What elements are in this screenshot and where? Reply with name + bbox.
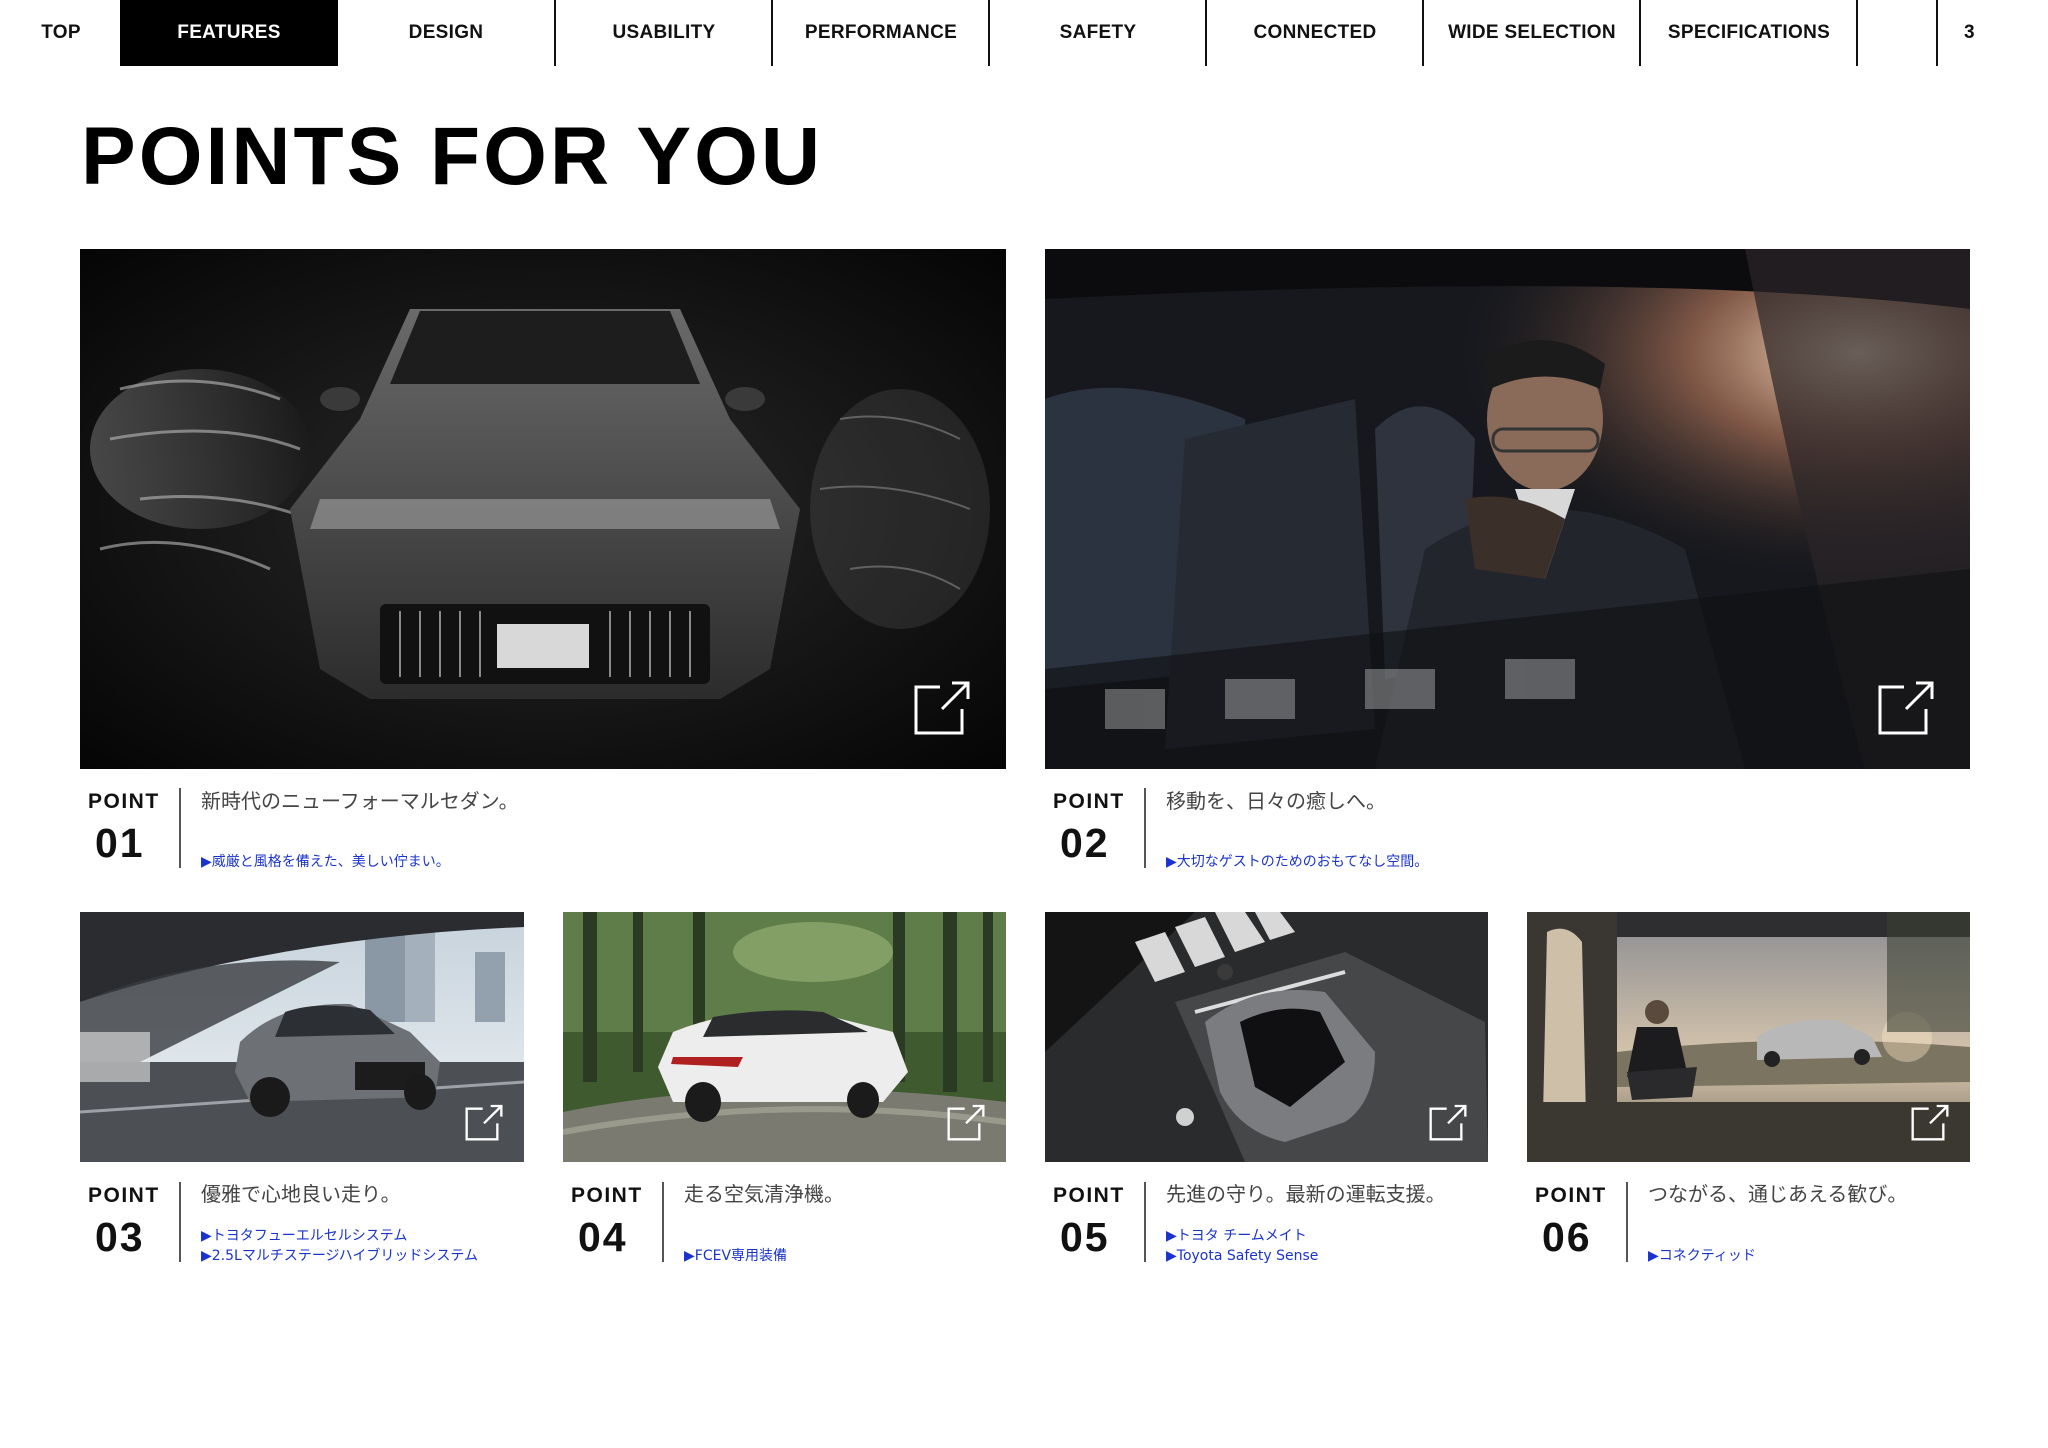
point-06-image[interactable]	[1527, 912, 1970, 1162]
nav-divider	[1856, 0, 1858, 66]
point-01-link-1[interactable]: ▶威厳と風格を備えた、美しい佇まい。	[201, 852, 450, 872]
point-03-label: POINT	[88, 1184, 160, 1207]
point-04-number: 04	[578, 1214, 628, 1260]
page-title: POINTS FOR YOU	[81, 111, 824, 202]
external-link-icon[interactable]	[912, 677, 972, 737]
point-01-label: POINT	[88, 790, 160, 813]
nav-item-top[interactable]: TOP	[20, 0, 102, 66]
external-link-icon[interactable]	[1910, 1102, 1950, 1142]
point-03-link-2[interactable]: ▶2.5Lマルチステージハイブリッドシステム	[201, 1246, 478, 1266]
external-link-icon[interactable]	[1876, 677, 1936, 737]
point-02-number: 02	[1060, 820, 1110, 866]
point-01-number: 01	[95, 820, 145, 866]
external-link-icon[interactable]	[464, 1102, 504, 1142]
point-06-headline: つながる、通じあえる歓び。	[1648, 1182, 1908, 1206]
point-02-link-1[interactable]: ▶大切なゲストのためのおもてなし空間。	[1166, 852, 1428, 872]
point-05-image[interactable]	[1045, 912, 1488, 1162]
point-04-divider	[662, 1182, 664, 1262]
point-01-headline: 新時代のニューフォーマルセダン。	[201, 789, 519, 813]
point-04-image[interactable]	[563, 912, 1006, 1162]
page-number: 3	[1964, 22, 1975, 43]
point-01-divider	[179, 788, 181, 868]
point-05-link-1[interactable]: ▶トヨタ チームメイト	[1166, 1226, 1307, 1246]
nav-item-features[interactable]: FEATURES	[120, 0, 338, 66]
point-03-number: 03	[95, 1214, 145, 1260]
point-02-label: POINT	[1053, 790, 1125, 813]
point-06-label: POINT	[1535, 1184, 1607, 1207]
point-05-number: 05	[1060, 1214, 1110, 1260]
point-05-divider	[1144, 1182, 1146, 1262]
nav-item-specifications[interactable]: SPECIFICATIONS	[1641, 0, 1857, 66]
point-02-headline: 移動を、日々の癒しへ。	[1166, 789, 1386, 813]
point-02-image[interactable]	[1045, 249, 1970, 769]
point-03-divider	[179, 1182, 181, 1262]
point-03-link-1[interactable]: ▶トヨタフューエルセルシステム	[201, 1226, 407, 1246]
point-05-headline: 先進の守り。最新の運転支援。	[1166, 1182, 1446, 1206]
forest-road-drive-photo	[563, 912, 1006, 1162]
external-link-icon[interactable]	[1428, 1102, 1468, 1142]
nav-item-safety[interactable]: SAFETY	[990, 0, 1206, 66]
top-navigation: TOP FEATURES DESIGN USABILITY PERFORMANC…	[0, 0, 2048, 66]
nav-item-connected[interactable]: CONNECTED	[1207, 0, 1423, 66]
point-06-number: 06	[1542, 1214, 1592, 1260]
nav-item-performance[interactable]: PERFORMANCE	[773, 0, 989, 66]
point-02-divider	[1144, 788, 1146, 868]
point-04-headline: 走る空気清浄機。	[684, 1182, 844, 1206]
point-04-label: POINT	[571, 1184, 643, 1207]
point-06-link-1[interactable]: ▶コネクティッド	[1648, 1246, 1756, 1266]
point-05-label: POINT	[1053, 1184, 1125, 1207]
sunset-living-room-photo	[1527, 912, 1970, 1162]
crown-front-photo	[80, 249, 1006, 769]
nav-divider	[1936, 0, 1938, 66]
point-04-link-1[interactable]: ▶FCEV専用装備	[684, 1246, 787, 1266]
point-01-image[interactable]	[80, 249, 1006, 769]
top-view-crosswalk-photo	[1045, 912, 1488, 1162]
external-link-icon[interactable]	[946, 1102, 986, 1142]
nav-item-wide-selection[interactable]: WIDE SELECTION	[1424, 0, 1640, 66]
point-03-headline: 優雅で心地良い走り。	[201, 1182, 401, 1206]
point-06-divider	[1626, 1182, 1628, 1262]
point-03-image[interactable]	[80, 912, 524, 1162]
point-05-link-2[interactable]: ▶Toyota Safety Sense	[1166, 1246, 1318, 1266]
rear-seat-passenger-photo	[1045, 249, 1970, 769]
city-highway-drive-photo	[80, 912, 524, 1162]
nav-item-usability[interactable]: USABILITY	[556, 0, 772, 66]
nav-item-design[interactable]: DESIGN	[338, 0, 554, 66]
